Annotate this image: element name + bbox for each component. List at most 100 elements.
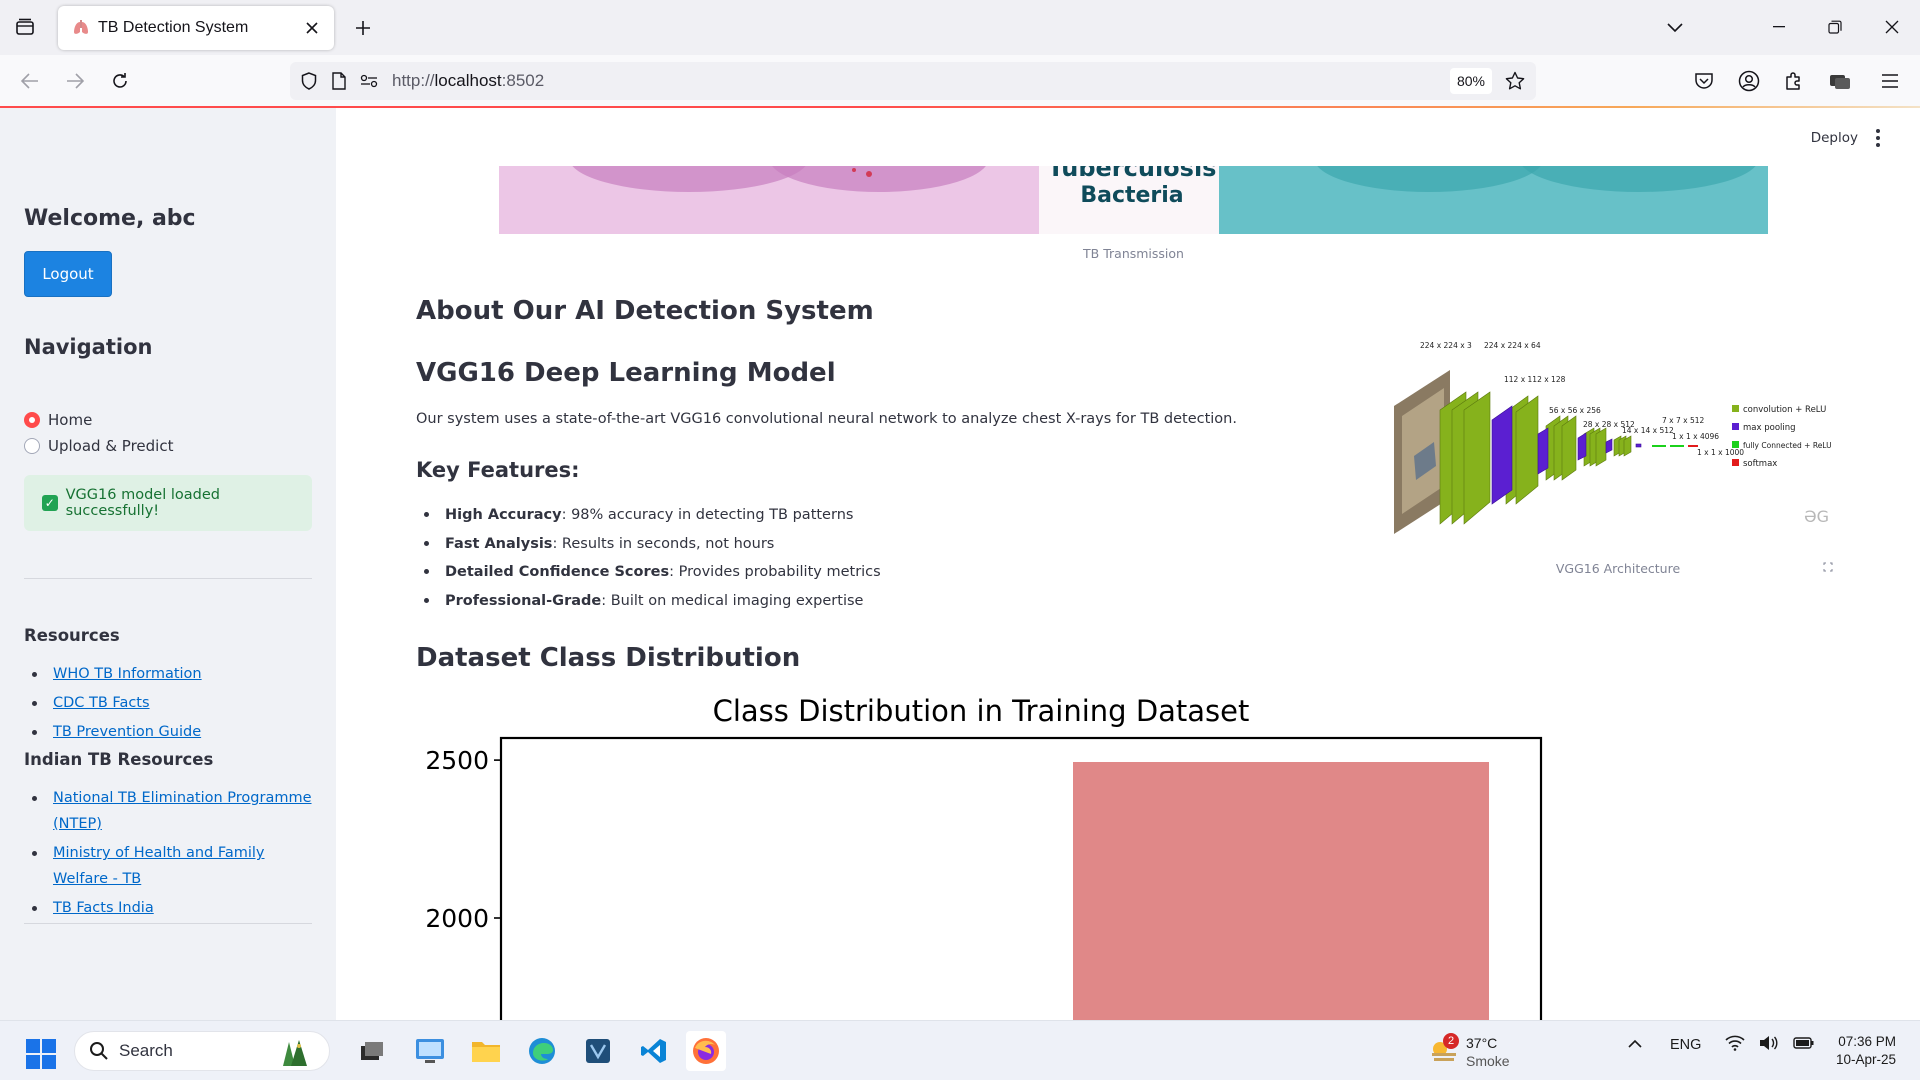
feature-name: Professional-Grade <box>445 592 602 609</box>
main-content: Deploy Tuberculosis Bacteria TB Transmis… <box>336 108 1920 1020</box>
welcome-heading: Welcome, abc <box>24 206 196 231</box>
weather-condition: Smoke <box>1466 1053 1510 1069</box>
vgg-label: 1 x 1 x 1000 <box>1697 448 1744 457</box>
system-tray: ENG <box>1628 1035 1815 1055</box>
feature-text: : Results in seconds, not hours <box>552 535 775 552</box>
nav-radio-home[interactable]: Home <box>24 411 92 429</box>
close-window-icon[interactable] <box>1864 8 1920 46</box>
vgg-label: 224 x 224 x 3 <box>1420 341 1472 350</box>
permissions-icon[interactable] <box>354 62 384 100</box>
taskbar-search-box[interactable]: Search <box>74 1031 330 1071</box>
chart-title: Class Distribution in Training Dataset <box>713 694 1250 728</box>
vgg-label: 112 x 112 x 128 <box>1504 375 1566 384</box>
firefox-icon[interactable] <box>686 1031 726 1071</box>
list-item: High Accuracy: 98% accuracy in detecting… <box>416 505 881 525</box>
clock-time: 07:36 PM <box>1838 1034 1896 1049</box>
list-item: CDC TB Facts <box>24 690 314 716</box>
indian-resources-heading: Indian TB Resources <box>24 750 214 769</box>
pocket-icon[interactable] <box>1686 63 1722 99</box>
volume-icon[interactable] <box>1759 1035 1779 1055</box>
forward-icon[interactable] <box>57 63 93 99</box>
main-menu-icon[interactable] <box>1868 126 1888 150</box>
vscode-icon[interactable] <box>634 1031 674 1071</box>
tab-list-icon[interactable] <box>10 12 40 42</box>
link-tb-prevention[interactable]: TB Prevention Guide <box>53 724 201 740</box>
list-item: National TB Elimination Programme (NTEP) <box>24 785 314 837</box>
task-view-icon[interactable] <box>352 1031 392 1071</box>
vgg-label: 1 x 1 x 4096 <box>1672 432 1719 441</box>
model-description: Our system uses a state-of-the-art VGG16… <box>416 411 1237 427</box>
list-item: TB Facts India <box>24 895 314 921</box>
page-icon[interactable] <box>324 62 354 100</box>
battery-icon[interactable] <box>1793 1036 1815 1054</box>
link-cdc-tb[interactable]: CDC TB Facts <box>53 695 150 711</box>
system-clock[interactable]: 07:36 PM 10-Apr-25 <box>1818 1033 1896 1069</box>
vmware-icon[interactable] <box>578 1031 618 1071</box>
navigation-heading: Navigation <box>24 335 153 359</box>
control-panel-icon[interactable] <box>410 1031 450 1071</box>
link-tb-facts-india[interactable]: TB Facts India <box>53 900 154 916</box>
vgg-label: 14 x 14 x 512 <box>1622 426 1674 435</box>
link-who-tb[interactable]: WHO TB Information <box>53 666 202 682</box>
divider <box>24 923 312 924</box>
url-port: :8502 <box>501 71 545 90</box>
hamburger-menu-icon[interactable] <box>1872 63 1908 99</box>
file-explorer-icon[interactable] <box>466 1031 506 1071</box>
bookmark-star-icon[interactable] <box>1502 68 1528 94</box>
link-mohfw-tb[interactable]: Ministry of Health and Family Welfare - … <box>53 845 265 887</box>
divider <box>24 578 312 579</box>
radio-selected-icon[interactable] <box>24 412 40 428</box>
list-item: Ministry of Health and Family Welfare - … <box>24 840 314 892</box>
about-heading: About Our AI Detection System <box>416 296 874 326</box>
dataset-heading: Dataset Class Distribution <box>416 643 801 673</box>
fullscreen-icon[interactable] <box>1817 556 1839 578</box>
legend-conv: convolution + ReLU <box>1743 405 1826 415</box>
new-tab-icon[interactable] <box>348 13 378 43</box>
weather-temp: 37°C <box>1466 1035 1498 1051</box>
url-text: http://localhost:8502 <box>392 71 544 91</box>
deploy-button[interactable]: Deploy <box>1811 130 1858 146</box>
zoom-indicator[interactable]: 80% <box>1449 68 1492 94</box>
language-indicator[interactable]: ENG <box>1670 1037 1701 1053</box>
shield-icon[interactable] <box>294 62 324 100</box>
multi-account-icon[interactable] <box>1822 63 1858 99</box>
vgg16-architecture-image: 224 x 224 x 3 224 x 224 x 64 112 x 112 x… <box>1394 336 1842 546</box>
watermark-logo: ƏG <box>1804 507 1829 526</box>
radio-unselected-icon[interactable] <box>24 438 40 454</box>
hero-text-line2: Bacteria <box>1080 183 1183 208</box>
clock-date: 10-Apr-25 <box>1835 1052 1896 1067</box>
indian-resources-list: National TB Elimination Programme (NTEP)… <box>24 785 314 924</box>
list-item: Professional-Grade: Built on medical ima… <box>416 591 881 611</box>
vgg-label: 56 x 56 x 256 <box>1549 406 1601 415</box>
minimize-icon[interactable] <box>1751 8 1807 46</box>
chevron-up-icon[interactable] <box>1628 1037 1642 1053</box>
back-icon[interactable] <box>12 63 48 99</box>
link-ntep[interactable]: National TB Elimination Programme (NTEP) <box>53 790 312 832</box>
weather-widget[interactable]: 2 37°C Smoke <box>1428 1031 1510 1073</box>
browser-tab-bar: TB Detection System <box>0 0 1920 55</box>
list-item: WHO TB Information <box>24 661 314 687</box>
checkmark-icon: ✓ <box>42 495 58 511</box>
extensions-icon[interactable] <box>1776 63 1812 99</box>
logout-button[interactable]: Logout <box>24 251 112 297</box>
close-tab-icon[interactable] <box>302 18 322 38</box>
edge-browser-icon[interactable] <box>522 1031 562 1071</box>
url-prefix: http:// <box>392 71 435 90</box>
search-highlight-icon <box>277 1038 315 1073</box>
browser-tab[interactable]: TB Detection System <box>58 6 334 50</box>
model-status-alert: ✓ VGG16 model loaded successfully! <box>24 475 312 531</box>
account-icon[interactable] <box>1731 63 1767 99</box>
sidebar: Welcome, abc Logout Navigation Home Uplo… <box>0 108 336 1020</box>
weather-icon: 2 <box>1428 1033 1459 1067</box>
chevron-down-icon[interactable] <box>1660 14 1690 42</box>
wifi-icon[interactable] <box>1725 1035 1745 1055</box>
nav-radio-upload-predict[interactable]: Upload & Predict <box>24 437 173 455</box>
restore-icon[interactable] <box>1807 8 1863 46</box>
windows-start-icon[interactable] <box>26 1039 56 1074</box>
feature-text: : 98% accuracy in detecting TB patterns <box>561 507 854 523</box>
reload-icon[interactable] <box>102 63 138 99</box>
feature-name: High Accuracy <box>445 507 562 523</box>
legend-pool: max pooling <box>1743 423 1796 433</box>
vgg-label: 7 x 7 x 512 <box>1662 416 1705 425</box>
address-bar[interactable]: http://localhost:8502 80% <box>290 62 1536 100</box>
